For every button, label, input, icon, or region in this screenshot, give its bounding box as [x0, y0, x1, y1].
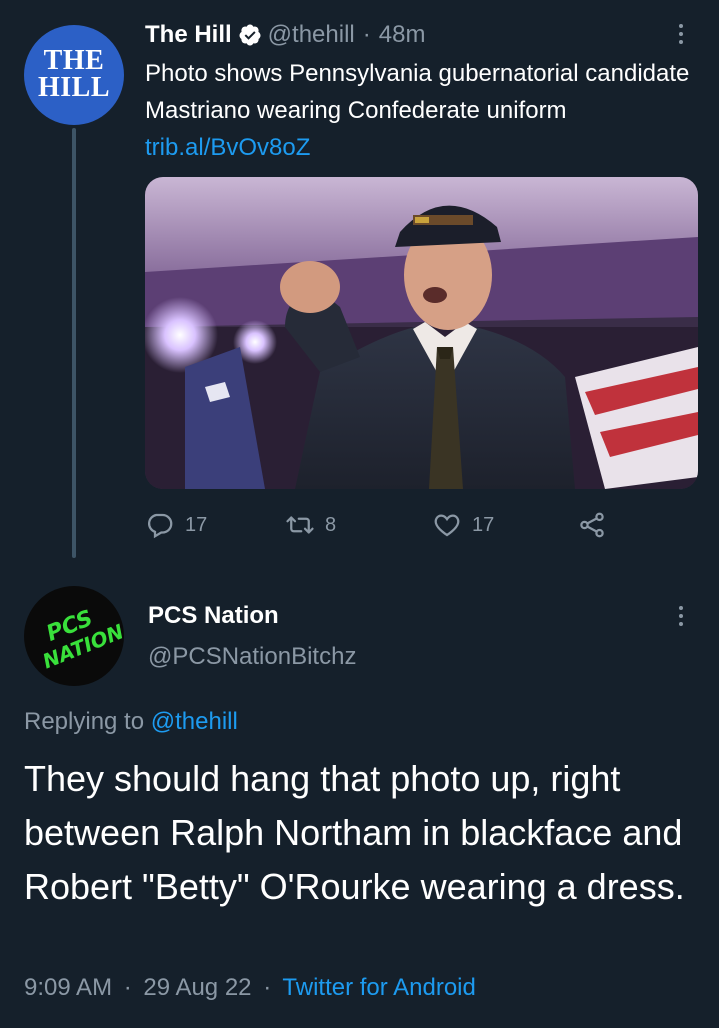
separator-dot: ·: [123, 974, 132, 1001]
tweet-date[interactable]: 29 Aug 22: [143, 974, 251, 1001]
tweet-body: Photo shows Pennsylvania gubernatorial c…: [145, 60, 690, 124]
thread-connector-line: [72, 128, 76, 558]
photo-illustration: [145, 177, 698, 489]
tweet-time[interactable]: 48m: [379, 21, 426, 49]
retweet-count: 8: [325, 513, 337, 536]
heart-icon: [434, 514, 460, 537]
pcs-nation-logo: PCS NATION: [39, 606, 124, 673]
tweet-link[interactable]: trib.al/BvOv8oZ: [145, 134, 310, 161]
the-hill-avatar[interactable]: THE HILL: [24, 25, 124, 125]
reply-icon: [148, 513, 173, 539]
reply-count: 17: [185, 513, 208, 536]
share-action[interactable]: [577, 510, 607, 540]
separator-dot: ·: [263, 974, 272, 1001]
tweet-time[interactable]: 9:09 AM: [24, 974, 112, 1001]
replying-handle-link[interactable]: @thehill: [151, 708, 238, 735]
tweet-metadata: 9:09 AM · 29 Aug 22 · Twitter for Androi…: [24, 974, 476, 1002]
tweet-text: Photo shows Pennsylvania gubernatorial c…: [145, 55, 705, 166]
reply-action[interactable]: 17: [145, 510, 207, 540]
separator-dot: ·: [362, 21, 371, 48]
avatar-text-line-2: HILL: [37, 72, 111, 103]
share-icon: [580, 512, 604, 538]
more-options-icon[interactable]: [679, 606, 687, 626]
author-handle[interactable]: @thehill: [268, 21, 355, 49]
author-name[interactable]: The Hill: [145, 21, 232, 49]
tweet-text: They should hang that photo up, right be…: [24, 758, 685, 907]
pcs-nation-avatar[interactable]: PCS NATION: [24, 586, 124, 686]
like-action[interactable]: 17: [432, 510, 494, 540]
avatar-text-line-1: THE: [43, 45, 105, 77]
replying-label: Replying to: [24, 708, 151, 735]
replying-to: Replying to @thehill: [24, 708, 238, 736]
retweet-icon: [286, 516, 314, 534]
more-options-icon[interactable]: [679, 24, 687, 44]
retweet-action[interactable]: 8: [285, 510, 336, 540]
tweet-photo[interactable]: [145, 177, 698, 489]
verified-badge-icon: [239, 24, 261, 46]
author-name[interactable]: PCS Nation: [148, 602, 279, 630]
tweet-actions: 17 8 17: [145, 510, 625, 542]
like-count: 17: [472, 513, 495, 536]
tweet-header: The Hill @thehill · 48m: [145, 18, 425, 52]
author-handle[interactable]: @PCSNationBitchz: [148, 643, 356, 671]
tweet-source[interactable]: Twitter for Android: [282, 974, 475, 1001]
